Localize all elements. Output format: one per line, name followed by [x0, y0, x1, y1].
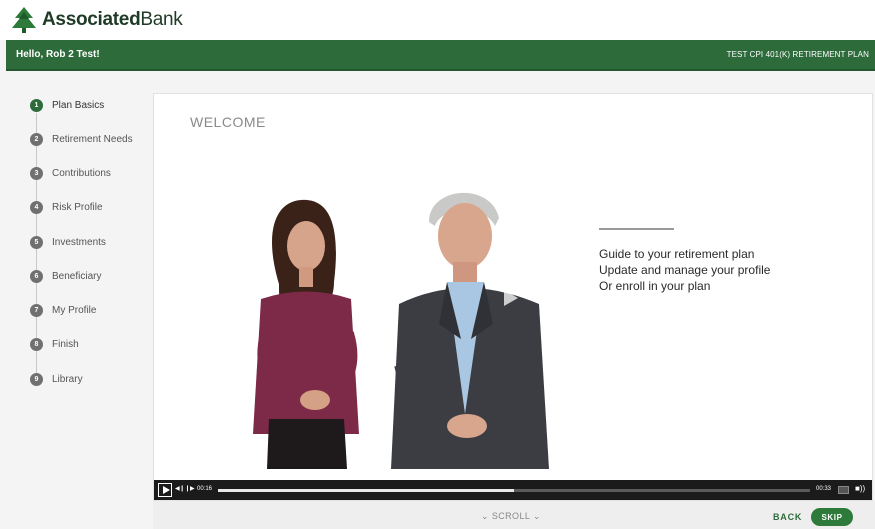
video-progress-fill	[218, 489, 514, 492]
user-greeting: Hello, Rob 2 Test!	[16, 49, 100, 60]
step-label: My Profile	[52, 304, 97, 316]
brand-name[interactable]: AssociatedBank	[42, 9, 183, 31]
sidebar-step-beneficiary[interactable]: 6 Beneficiary	[30, 268, 101, 284]
skip-button[interactable]: SKIP	[811, 508, 853, 526]
sidebar-step-risk-profile[interactable]: 4 Risk Profile	[30, 199, 103, 215]
sidebar-step-finish[interactable]: 8 Finish	[30, 336, 79, 352]
step-label: Library	[52, 373, 83, 385]
play-icon[interactable]	[158, 483, 172, 497]
logo-bar: AssociatedBank	[0, 0, 875, 40]
step-number-badge: 8	[30, 337, 43, 351]
sidebar-step-plan-basics[interactable]: 1 Plan Basics	[30, 97, 104, 113]
sidebar-step-my-profile[interactable]: 7 My Profile	[30, 302, 96, 318]
plan-name: TEST CPI 401(K) RETIREMENT PLAN	[726, 50, 869, 59]
sidebar-step-library[interactable]: 9 Library	[30, 371, 83, 387]
sidebar-step-investments[interactable]: 5 Investments	[30, 234, 106, 250]
step-number-badge: 2	[30, 132, 43, 146]
female-presenter	[253, 199, 359, 469]
scroll-control[interactable]: ⌄ SCROLL ⌄	[481, 511, 541, 522]
step-number-badge: 7	[30, 303, 43, 317]
step-number-badge: 1	[30, 98, 43, 112]
video-controls: ◀❙ ❙▶ 00:16 00:33 ■))	[154, 480, 872, 500]
step-label: Beneficiary	[52, 270, 102, 282]
chevron-down-icon: ⌄	[532, 511, 541, 521]
video-panel[interactable]: WELCOME Guide to your retirement plan Up…	[153, 93, 873, 501]
forward-icon[interactable]: ❙▶	[185, 485, 195, 492]
back-button[interactable]: BACK	[773, 512, 802, 522]
scroll-label: SCROLL	[491, 511, 530, 521]
chevron-down-icon: ⌄	[481, 511, 489, 521]
step-sidebar: 1 Plan Basics 2 Retirement Needs 3 Contr…	[0, 71, 152, 529]
video-text-lines: Guide to your retirement plan Update and…	[599, 246, 770, 294]
video-presenters-image	[253, 192, 549, 469]
current-time: 00:16	[197, 486, 213, 492]
step-label: Contributions	[52, 167, 111, 179]
step-number-badge: 9	[30, 372, 43, 386]
video-title: WELCOME	[190, 114, 266, 130]
volume-icon[interactable]: ■))	[855, 484, 865, 493]
video-line: Or enroll in your plan	[599, 279, 711, 293]
step-label: Finish	[52, 338, 79, 350]
step-number-badge: 5	[30, 235, 43, 249]
brand-name-regular: Bank	[140, 9, 183, 30]
sidebar-step-retirement-needs[interactable]: 2 Retirement Needs	[30, 131, 133, 147]
step-label: Retirement Needs	[52, 133, 133, 145]
app-root: AssociatedBank Hello, Rob 2 Test! TEST C…	[0, 0, 875, 529]
sidebar-step-contributions[interactable]: 3 Contributions	[30, 165, 111, 181]
video-play-overlay-icon[interactable]	[504, 290, 518, 306]
brand-name-bold: Associated	[42, 9, 141, 30]
top-header: Hello, Rob 2 Test! TEST CPI 401(K) RETIR…	[6, 40, 875, 71]
video-line: Update and manage your profile	[599, 263, 771, 277]
step-label: Risk Profile	[52, 201, 103, 213]
footer-bar: ⌄ SCROLL ⌄ BACK SKIP	[153, 501, 875, 529]
duration-time: 00:33	[816, 486, 832, 492]
rewind-icon[interactable]: ◀❙	[175, 485, 185, 492]
male-presenter	[391, 192, 549, 469]
captions-icon[interactable]	[838, 486, 849, 494]
step-number-badge: 4	[30, 200, 43, 214]
step-label: Investments	[52, 236, 106, 248]
associated-bank-logo-icon	[12, 7, 36, 33]
step-number-badge: 6	[30, 269, 43, 283]
step-number-badge: 3	[30, 166, 43, 180]
video-line: Guide to your retirement plan	[599, 247, 755, 261]
text-divider	[599, 228, 674, 230]
video-progress-track[interactable]	[218, 489, 810, 492]
step-label: Plan Basics	[52, 99, 105, 111]
